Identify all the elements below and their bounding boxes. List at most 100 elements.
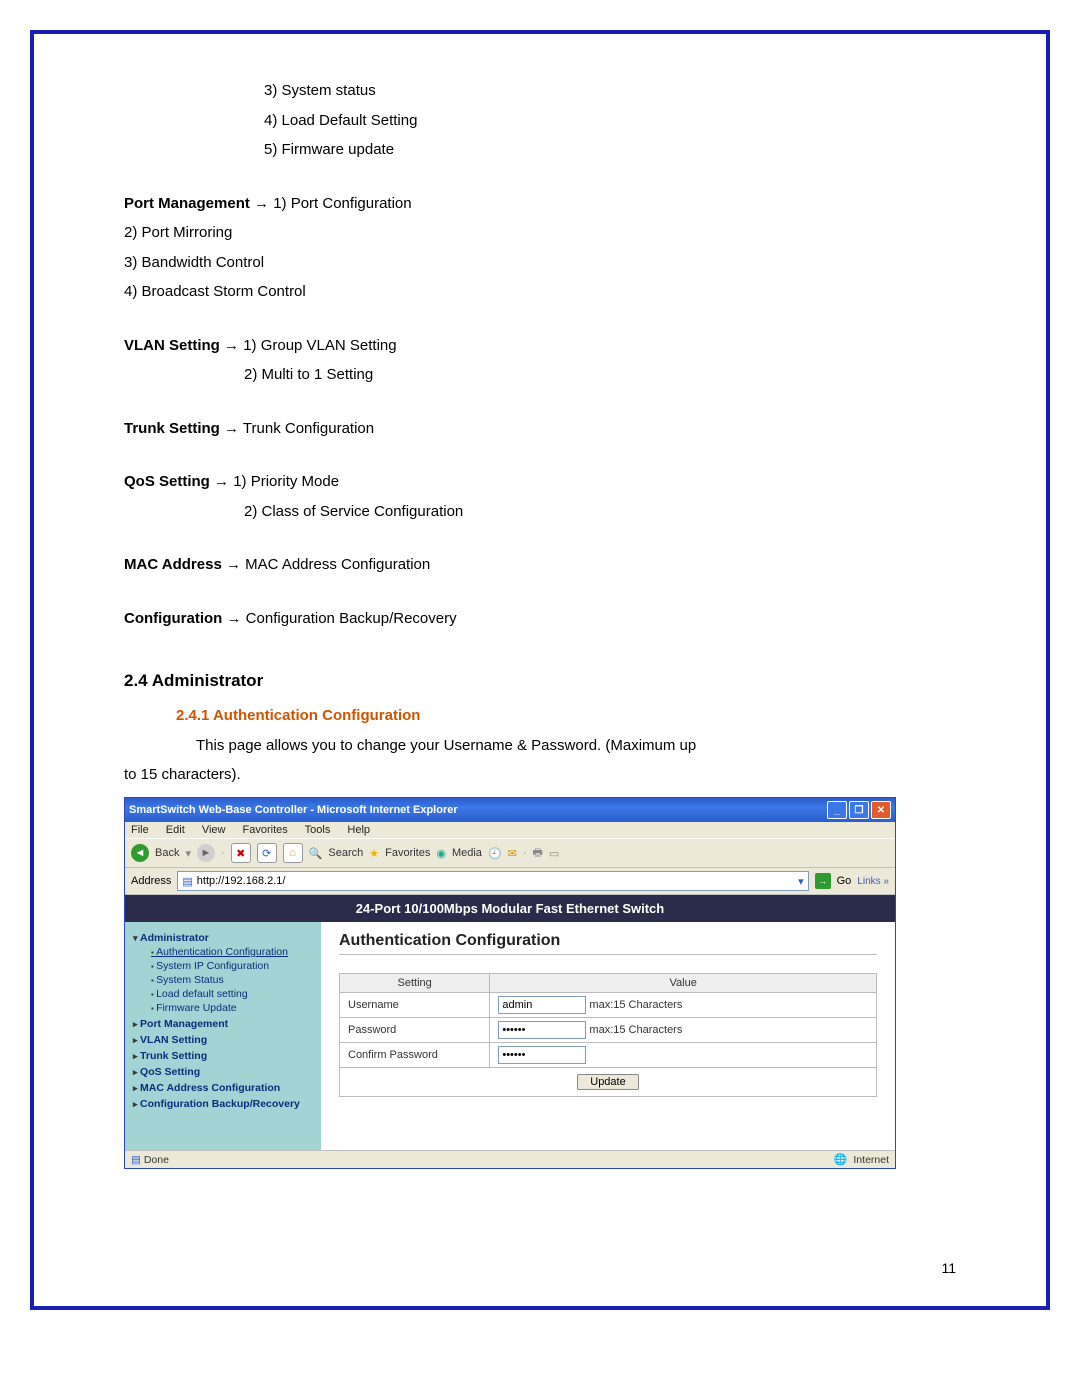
- sys-item-5: 5) Firmware update: [264, 137, 956, 163]
- dropdown-icon[interactable]: ▾: [798, 875, 804, 888]
- toolbar: ◄ Back ▾ ► · ✖ ⟳ ⌂ 🔍 Search ★ Favorites …: [125, 838, 895, 868]
- vlan-section: VLAN Setting → 1) Group VLAN Setting 2) …: [124, 333, 956, 388]
- qos-2: 2) Class of Service Configuration: [244, 499, 956, 525]
- nav-sidebar: Administrator Authentication Configurati…: [125, 922, 321, 1150]
- minimize-icon[interactable]: _: [827, 801, 847, 819]
- col-setting: Setting: [340, 974, 490, 993]
- window-titlebar: SmartSwitch Web-Base Controller - Micros…: [125, 798, 895, 822]
- arrow-icon: →: [254, 195, 273, 212]
- port-mgmt-1: 1) Port Configuration: [273, 195, 411, 212]
- history-icon[interactable]: 🕘: [488, 847, 502, 860]
- vlan-1: 1) Group VLAN Setting: [243, 337, 396, 354]
- vlan-2: 2) Multi to 1 Setting: [244, 362, 956, 388]
- port-mgmt-3: 3) Bandwidth Control: [124, 250, 956, 276]
- sidebar-administrator[interactable]: Administrator: [133, 932, 313, 944]
- page-number: 11: [941, 1260, 956, 1276]
- stop-icon[interactable]: ✖: [231, 843, 251, 863]
- body-line-2: to 15 characters).: [124, 766, 241, 783]
- go-label[interactable]: Go: [837, 875, 852, 887]
- back-icon[interactable]: ◄: [131, 844, 149, 862]
- sidebar-system-ip[interactable]: System IP Configuration: [151, 960, 313, 972]
- print-icon[interactable]: 🖶: [533, 844, 543, 863]
- row-confirm-label: Confirm Password: [340, 1043, 490, 1068]
- media-label[interactable]: Media: [452, 847, 482, 859]
- qos-section: QoS Setting → 1) Priority Mode 2) Class …: [124, 469, 956, 524]
- menu-view[interactable]: View: [202, 824, 226, 836]
- main-pane: Authentication Configuration Setting Val…: [321, 922, 895, 1150]
- sidebar-port-management[interactable]: Port Management: [133, 1018, 313, 1030]
- mac-label: MAC Address: [124, 556, 222, 573]
- edit-icon[interactable]: ▭: [549, 847, 559, 860]
- config-section: Configuration → Configuration Backup/Rec…: [124, 606, 956, 632]
- sidebar-configuration[interactable]: Configuration Backup/Recovery: [133, 1098, 313, 1110]
- media-icon[interactable]: ◉: [436, 847, 446, 860]
- home-icon[interactable]: ⌂: [283, 843, 303, 863]
- password-input[interactable]: [498, 1021, 586, 1039]
- port-management-section: Port Management → 1) Port Configuration …: [124, 191, 956, 305]
- address-label: Address: [131, 875, 171, 887]
- arrow-icon: →: [224, 420, 243, 437]
- page-icon: ▤: [131, 1154, 141, 1166]
- sidebar-trunk-setting[interactable]: Trunk Setting: [133, 1050, 313, 1062]
- menu-file[interactable]: File: [131, 824, 149, 836]
- config-1: Configuration Backup/Recovery: [246, 610, 457, 627]
- links-label[interactable]: Links »: [857, 876, 889, 887]
- body-line-1: This page allows you to change your User…: [124, 732, 956, 761]
- sidebar-firmware-update[interactable]: Firmware Update: [151, 1002, 313, 1014]
- go-icon[interactable]: →: [815, 873, 831, 889]
- sidebar-system-status[interactable]: System Status: [151, 974, 313, 986]
- table-row: Password max:15 Characters: [340, 1018, 877, 1043]
- trunk-label: Trunk Setting: [124, 420, 220, 437]
- trunk-1: Trunk Configuration: [243, 420, 374, 437]
- system-list: 3) System status 4) Load Default Setting…: [264, 78, 956, 163]
- sidebar-load-default[interactable]: Load default setting: [151, 988, 313, 1000]
- main-heading: Authentication Configuration: [339, 932, 877, 950]
- sidebar-mac-address[interactable]: MAC Address Configuration: [133, 1082, 313, 1094]
- sys-item-3: 3) System status: [264, 78, 956, 104]
- back-label[interactable]: Back: [155, 847, 179, 859]
- address-input[interactable]: ▤ http://192.168.2.1/ ▾: [177, 871, 808, 891]
- password-hint: max:15 Characters: [589, 1024, 682, 1036]
- vlan-label: VLAN Setting: [124, 337, 220, 354]
- table-row: Username max:15 Characters: [340, 993, 877, 1018]
- sidebar-qos-setting[interactable]: QoS Setting: [133, 1066, 313, 1078]
- menu-tools[interactable]: Tools: [305, 824, 331, 836]
- qos-label: QoS Setting: [124, 473, 210, 490]
- close-icon[interactable]: ✕: [871, 801, 891, 819]
- menu-help[interactable]: Help: [347, 824, 370, 836]
- search-label[interactable]: Search: [328, 847, 363, 859]
- port-mgmt-4: 4) Broadcast Storm Control: [124, 279, 956, 305]
- forward-icon[interactable]: ►: [197, 844, 215, 862]
- sidebar-vlan-setting[interactable]: VLAN Setting: [133, 1034, 313, 1046]
- globe-icon: 🌐: [834, 1154, 848, 1166]
- sidebar-auth-config[interactable]: Authentication Configuration: [151, 946, 313, 958]
- arrow-icon: →: [226, 556, 245, 573]
- browser-window: SmartSwitch Web-Base Controller - Micros…: [124, 797, 896, 1169]
- page-content: 24-Port 10/100Mbps Modular Fast Ethernet…: [125, 895, 895, 1150]
- arrow-icon: →: [227, 610, 246, 627]
- update-button[interactable]: Update: [577, 1074, 638, 1090]
- mac-section: MAC Address → MAC Address Configuration: [124, 552, 956, 578]
- divider: [339, 954, 877, 955]
- menu-edit[interactable]: Edit: [166, 824, 185, 836]
- mail-icon[interactable]: ✉: [508, 847, 517, 860]
- username-input[interactable]: [498, 996, 586, 1014]
- search-icon[interactable]: 🔍: [309, 847, 323, 860]
- favorites-icon[interactable]: ★: [369, 847, 379, 860]
- subsection-heading: 2.4.1 Authentication Configuration: [176, 707, 956, 724]
- update-row: Update: [339, 1068, 877, 1097]
- row-password-label: Password: [340, 1018, 490, 1043]
- favorites-label[interactable]: Favorites: [385, 847, 430, 859]
- username-hint: max:15 Characters: [589, 999, 682, 1011]
- sys-item-4: 4) Load Default Setting: [264, 108, 956, 134]
- maximize-icon[interactable]: ❐: [849, 801, 869, 819]
- refresh-icon[interactable]: ⟳: [257, 843, 277, 863]
- confirm-password-input[interactable]: [498, 1046, 586, 1064]
- body-text: This page allows you to change your User…: [124, 732, 956, 789]
- product-banner: 24-Port 10/100Mbps Modular Fast Ethernet…: [125, 895, 895, 922]
- address-url: http://192.168.2.1/: [197, 875, 286, 887]
- arrow-icon: →: [214, 473, 233, 490]
- menu-bar: File Edit View Favorites Tools Help: [125, 822, 895, 838]
- window-title: SmartSwitch Web-Base Controller - Micros…: [129, 804, 458, 816]
- menu-favorites[interactable]: Favorites: [243, 824, 288, 836]
